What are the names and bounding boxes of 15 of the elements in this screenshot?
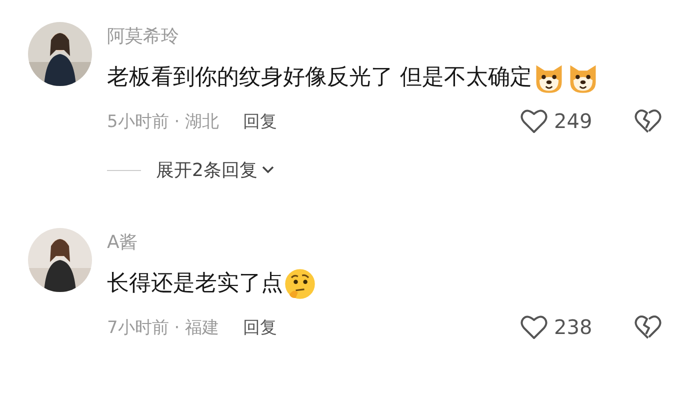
broken-heart-icon[interactable] [634, 314, 662, 340]
like-icon[interactable] [520, 314, 548, 340]
reply-link[interactable]: 回复 [243, 110, 278, 132]
comment-text: 老板看到你的纹身好像反光了 但是不太确定 [107, 64, 532, 92]
like-count: 238 [554, 315, 594, 339]
broken-heart-icon[interactable] [634, 108, 662, 134]
reply-link[interactable]: 回复 [243, 316, 278, 338]
expand-replies-button[interactable]: 展开2条回复 [156, 158, 258, 182]
thinking-face-icon [283, 267, 317, 301]
like-icon[interactable] [520, 108, 548, 134]
time-location: 7小时前 · 福建 [107, 316, 220, 338]
chevron-down-icon[interactable] [262, 166, 274, 174]
comment-text: 长得还是老实了点 [107, 270, 283, 298]
time-location: 5小时前 · 湖北 [107, 110, 220, 132]
like-count: 249 [554, 109, 594, 133]
